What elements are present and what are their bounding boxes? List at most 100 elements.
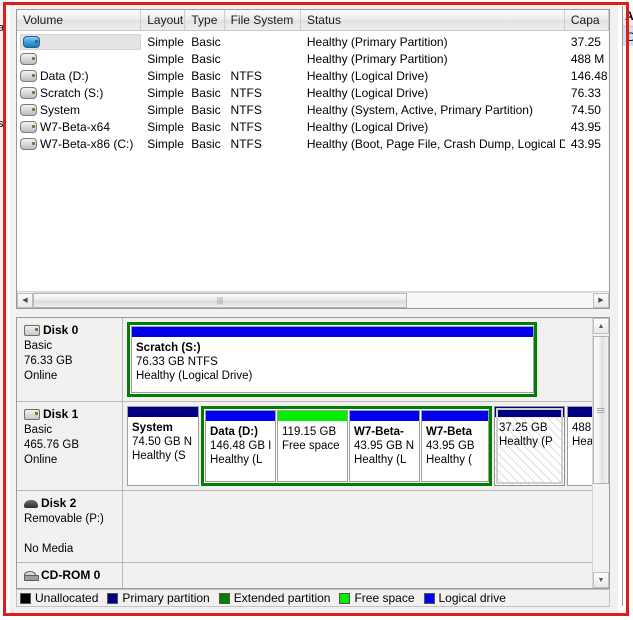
volume-cell-status: Healthy (Primary Partition) (306, 51, 448, 66)
disk-management-screenshot: al s Volume Layout Type File System Stat… (0, 0, 633, 620)
partition-scratch[interactable]: Scratch (S:) 76.33 GB NTFS Healthy (Logi… (131, 326, 534, 393)
partition-data[interactable]: Data (D:) 146.48 GB I Healthy (L (205, 410, 276, 482)
disk-size-label: 465.76 GB (24, 439, 79, 451)
extended-partition-container-1: Data (D:) 146.48 GB I Healthy (L 119.15 … (201, 406, 492, 486)
row-selection-highlight (20, 33, 142, 50)
partition-capacity-bar (350, 411, 419, 422)
partition-w7-beta-x64[interactable]: W7-Beta- 43.95 GB N Healthy (L (349, 410, 420, 482)
partition-capacity-bar (132, 327, 533, 338)
scroll-thumb-horizontal[interactable]: ||| (33, 292, 407, 308)
disk-size-label: 76.33 GB (24, 355, 73, 367)
hard-disk-icon (24, 325, 40, 336)
volume-list-pane: Volume Layout Type File System Status Ca… (16, 9, 610, 309)
table-row[interactable]: Scratch (S:) Simple Basic NTFS Healthy (… (17, 84, 609, 101)
volume-cell-layout: Simple (147, 136, 184, 151)
legend-swatch-primary (107, 592, 119, 604)
partition-free-space[interactable]: 119.15 GB Free space (277, 410, 348, 482)
scroll-down-button[interactable]: ▼ (593, 572, 609, 588)
table-row[interactable]: System Simple Basic NTFS Healthy (System… (17, 101, 609, 118)
partition-37gb-selected[interactable]: 37.25 GB Healthy (P (494, 406, 565, 486)
partition-size: 43.95 GB (426, 440, 475, 452)
volume-cell-name[interactable] (17, 33, 142, 50)
column-header-layout[interactable]: Layout (141, 10, 186, 30)
column-header-volume[interactable]: Volume (17, 10, 142, 30)
disk-row-3[interactable]: CD-ROM 0 (17, 563, 594, 588)
cdrom-icon (24, 570, 39, 581)
disk-size-spacer (24, 527, 122, 542)
disk-info-3[interactable]: CD-ROM 0 (17, 563, 123, 588)
volume-cell-capacity: 488 M (570, 51, 605, 66)
volume-list-header: Volume Layout Type File System Status Ca… (17, 10, 609, 31)
volume-cell-name[interactable]: Data (D:) (17, 69, 141, 83)
volume-drive-icon (20, 103, 37, 116)
disk-info-1[interactable]: Disk 1 Basic 465.76 GB Online (17, 402, 123, 490)
scroll-up-button[interactable]: ▲ (593, 318, 609, 334)
partition-status: Healt (572, 436, 594, 448)
disk-info-0[interactable]: Disk 0 Basic 76.33 GB Online (17, 318, 123, 401)
volume-cell-status: Healthy (Logical Drive) (306, 119, 429, 134)
actions-pane-item-disk-management[interactable]: Di (623, 27, 633, 46)
scroll-track-horizontal[interactable]: ||| (33, 291, 593, 308)
volume-cell-capacity: 43.95 (570, 119, 601, 134)
partition-capacity-bar (422, 411, 488, 422)
legend-label: Free space (354, 591, 415, 605)
partition-status: Healthy (Logical Drive) (136, 370, 253, 382)
legend-item-logical-drive: Logical drive (423, 591, 506, 605)
table-row[interactable]: Data (D:) Simple Basic NTFS Healthy (Log… (17, 67, 609, 84)
partition-system[interactable]: System 74.50 GB N Healthy (S (127, 406, 199, 486)
disk-map-vertical-scrollbar[interactable]: ▲ ||| ▼ (592, 318, 609, 588)
volume-cell-name[interactable]: Scratch (S:) (17, 86, 141, 100)
volume-cell-capacity: 146.48 (570, 68, 608, 83)
disk-type-label: Basic (24, 424, 53, 436)
volume-cell-name[interactable]: System (17, 103, 141, 117)
legend-label: Primary partition (122, 591, 210, 605)
partition-488mb[interactable]: 488 M Healt (567, 406, 594, 486)
disk-partitions-2 (123, 491, 594, 562)
column-header-capacity[interactable]: Capa (565, 10, 609, 30)
scroll-left-button[interactable]: ◀ (17, 292, 33, 308)
volume-label: W7-Beta-x64 (40, 119, 111, 134)
navigation-pane-clipped: al s (0, 0, 8, 600)
partition-capacity-bar (206, 411, 275, 422)
partition-size: 146.48 GB I (210, 440, 272, 452)
partition-status: Healthy (L (210, 454, 263, 466)
partition-capacity-bar (495, 407, 564, 418)
disk-partitions-1: System 74.50 GB N Healthy (S Data (D:) 1… (123, 402, 594, 490)
disk-row-1[interactable]: Disk 1 Basic 465.76 GB Online System 74. (17, 402, 594, 491)
volume-drive-icon (23, 35, 40, 48)
volume-cell-name[interactable] (17, 52, 141, 65)
column-header-file-system[interactable]: File System (225, 10, 301, 30)
extended-partition-container-0: Scratch (S:) 76.33 GB NTFS Healthy (Logi… (127, 322, 537, 397)
partition-body: 119.15 GB Free space (278, 422, 347, 481)
column-header-type[interactable]: Type (185, 10, 225, 30)
volume-cell-status: Healthy (Logical Drive) (306, 68, 429, 83)
disk-info-2[interactable]: Disk 2 Removable (P:) No Media (17, 491, 123, 562)
volume-cell-filesystem: NTFS (230, 85, 262, 100)
volume-cell-name[interactable]: W7-Beta-x86 (C:) (17, 137, 141, 151)
column-header-status[interactable]: Status (301, 10, 565, 30)
scroll-thumb-grip: ||| (596, 406, 606, 414)
volume-label: System (40, 102, 81, 117)
disk-row-0[interactable]: Disk 0 Basic 76.33 GB Online Scratch (S:… (17, 318, 594, 402)
volume-cell-filesystem: NTFS (230, 102, 262, 117)
volume-cell-layout: Simple (147, 51, 184, 66)
scroll-right-button[interactable]: ▶ (593, 292, 609, 308)
table-row[interactable]: Simple Basic Healthy (Primary Partition)… (17, 33, 609, 50)
volume-list-horizontal-scrollbar[interactable]: ◀ ||| ▶ (17, 291, 609, 308)
volume-cell-name[interactable]: W7-Beta-x64 (17, 120, 141, 134)
scroll-thumb-vertical[interactable]: ||| (593, 336, 609, 484)
disk-type-label: Basic (24, 340, 53, 352)
volume-cell-capacity: 76.33 (570, 85, 601, 100)
actions-pane: Ac Di (622, 6, 633, 606)
disk-row-2[interactable]: Disk 2 Removable (P:) No Media (17, 491, 594, 563)
partition-w7-beta-x86[interactable]: W7-Beta 43.95 GB Healthy ( (421, 410, 489, 482)
table-row[interactable]: W7-Beta-x86 (C:) Simple Basic NTFS Healt… (17, 135, 609, 152)
legend-label: Extended partition (233, 591, 331, 605)
table-row[interactable]: Simple Basic Healthy (Primary Partition)… (17, 50, 609, 67)
volume-cell-capacity: 74.50 (570, 102, 601, 117)
legend-swatch-extended (218, 592, 230, 604)
partition-capacity-bar (568, 407, 594, 418)
table-row[interactable]: W7-Beta-x64 Simple Basic NTFS Healthy (L… (17, 118, 609, 135)
legend-swatch-unallocated (20, 592, 31, 604)
partition-status: Free space (282, 440, 340, 452)
